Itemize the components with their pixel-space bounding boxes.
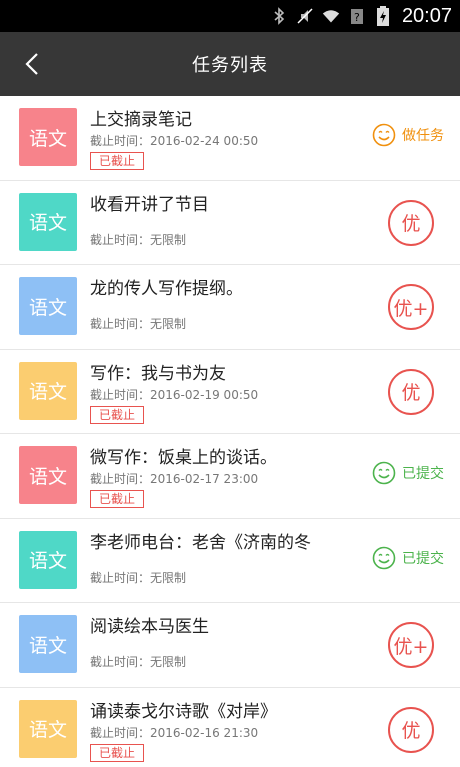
subject-badge: 语文 [19, 361, 77, 420]
deadline-text: 截止时间：2016-02-16 21:30 [90, 725, 259, 740]
status-label: 已提交 [402, 466, 444, 482]
header: 任务列表 [0, 32, 460, 96]
status-label: 已提交 [402, 550, 444, 567]
subject-badge: 语文 [19, 615, 77, 673]
subject-badge: 语文 [19, 699, 77, 758]
expired-tag: 已截止 [90, 152, 145, 170]
expired-tag: 已截止 [90, 743, 145, 762]
deadline-text: 截止时间：2016-02-19 00:50 [90, 387, 259, 402]
grade-badge: 优 [388, 368, 434, 415]
task-title: 阅读绘本马医生 [90, 617, 209, 637]
task-title: 写作：我与书为友 [90, 363, 226, 384]
task-row[interactable]: 语文 阅读绘本马医生截止时间：无限制 优+ [0, 603, 460, 688]
status-label: 做任务 [402, 128, 444, 144]
subject-badge: 语文 [19, 108, 77, 166]
clock: 20:07 [401, 4, 452, 27]
deadline-text: 截止时间：无限制 [90, 232, 187, 247]
grade-badge: 优 [388, 706, 434, 753]
task-title: 上交摘录笔记 [90, 110, 192, 130]
wifi-icon [322, 7, 340, 25]
chevron-left-icon [25, 53, 38, 75]
smiley-icon [372, 546, 396, 569]
smiley-icon [372, 123, 396, 147]
deadline-text: 截止时间：无限制 [90, 655, 187, 669]
task-row[interactable]: 语文 诵读泰戈尔诗歌《对岸》截止时间：2016-02-16 21:30 已截止 优 [0, 687, 460, 767]
subject-badge: 语文 [19, 530, 77, 589]
subject-badge: 语文 [19, 446, 77, 504]
submitted-status: 已提交 [372, 461, 444, 485]
subject-badge: 语文 [19, 277, 77, 335]
expired-tag: 已截止 [90, 490, 145, 508]
deadline-text: 截止时间：无限制 [90, 570, 187, 585]
status-bar: ? 20:07 [0, 0, 460, 32]
task-row[interactable]: 语文 龙的传人写作提纲。截止时间：无限制 优+ [0, 265, 460, 350]
svg-text:?: ? [354, 11, 360, 24]
submitted-status: 已提交 [372, 546, 444, 570]
smiley-icon [372, 461, 396, 485]
deadline-text: 截止时间：无限制 [90, 317, 187, 331]
deadline-text: 截止时间：2016-02-24 00:50 [90, 134, 259, 148]
task-row[interactable]: 语文 写作：我与书为友截止时间：2016-02-19 00:50 已截止 优 [0, 349, 460, 434]
task-title: 收看开讲了节目 [90, 194, 209, 215]
deadline-text: 截止时间：2016-02-17 23:00 [90, 472, 259, 486]
grade-badge: 优+ [388, 284, 434, 330]
task-row[interactable]: 语文 李老师电台：老舍《济南的冬截止时间：无限制 已提交 [0, 518, 460, 603]
task-row[interactable]: 语文 上交摘录笔记截止时间：2016-02-24 00:50 已截止 做任务 [0, 96, 460, 181]
expired-tag: 已截止 [90, 405, 145, 424]
grade-badge: 优 [388, 199, 434, 246]
no-signal-icon: ? [348, 7, 366, 25]
back-button[interactable] [14, 46, 50, 82]
task-row[interactable]: 语文 微写作：饭桌上的谈话。截止时间：2016-02-17 23:00 已截止 已提交 [0, 434, 460, 519]
grade-badge: 优+ [388, 622, 434, 668]
do-task-button[interactable]: 做任务 [372, 123, 444, 147]
mute-icon [296, 7, 314, 25]
task-title: 诵读泰戈尔诗歌《对岸》 [90, 701, 277, 722]
task-row[interactable]: 语文 收看开讲了节目截止时间：无限制 优 [0, 180, 460, 265]
page-title: 任务列表 [192, 55, 268, 76]
task-title: 龙的传人写作提纲。 [90, 279, 243, 299]
subject-badge: 语文 [19, 192, 77, 251]
bluetooth-icon [270, 7, 288, 25]
task-title: 微写作：饭桌上的谈话。 [90, 448, 277, 468]
task-list: 语文 上交摘录笔记 截止时间：2016-02-24 00:50 已截止 做任务 语文 收看开… [0, 96, 460, 767]
task-title: 李老师电台：老舍《济南的冬 [90, 532, 311, 553]
battery-icon [374, 6, 392, 26]
